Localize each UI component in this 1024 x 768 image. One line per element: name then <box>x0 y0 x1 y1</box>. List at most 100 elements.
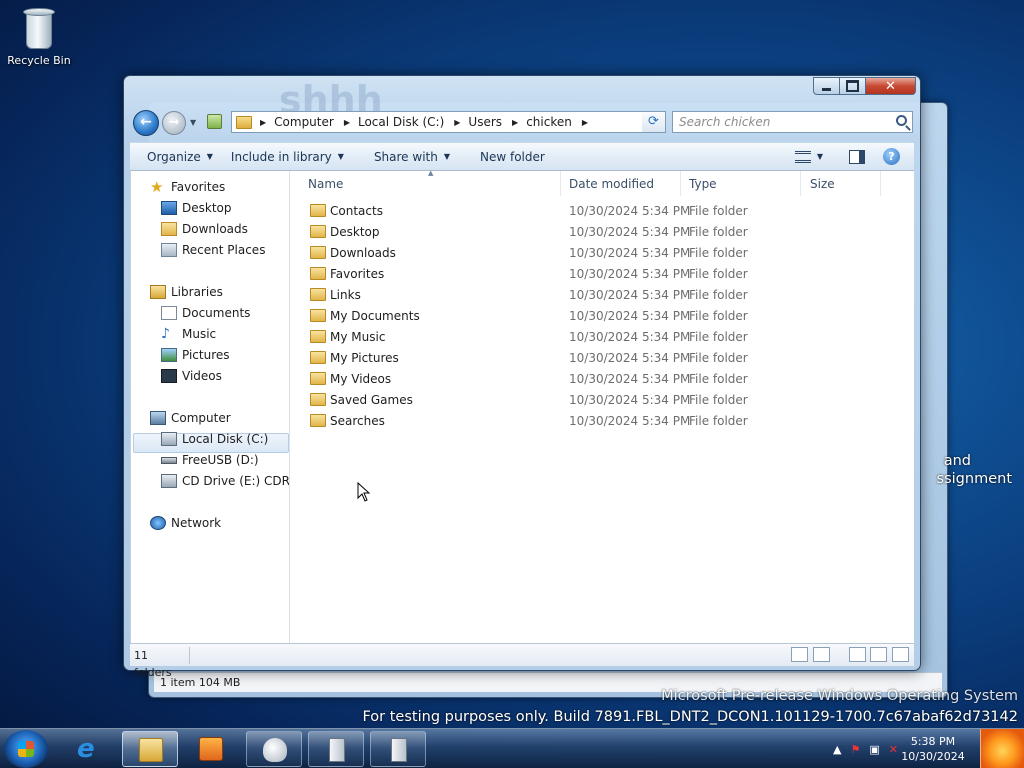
pictures-icon <box>161 348 177 362</box>
breadcrumb-arrow-icon[interactable]: ▶ <box>260 118 266 127</box>
table-row[interactable]: Saved Games 10/30/2024 5:34 PM File folder <box>291 390 915 411</box>
chevron-right-icon[interactable]: ▶ <box>454 118 460 127</box>
close-button[interactable]: ✕ <box>866 77 916 95</box>
folder-icon <box>310 246 326 259</box>
minimize-button[interactable] <box>813 77 840 95</box>
clock[interactable]: 5:38 PM 10/30/2024 <box>898 734 968 764</box>
table-row[interactable]: My Videos 10/30/2024 5:34 PM File folder <box>291 369 915 390</box>
table-row[interactable]: Downloads 10/30/2024 5:34 PM File folder <box>291 243 915 264</box>
folder-icon <box>310 204 326 217</box>
folder-icon <box>236 115 252 129</box>
column-header-size[interactable]: Size <box>801 171 881 196</box>
explorer-window[interactable]: shhh ✕ ← → ▼ ▶ Computer ▶ Local Disk (C:)… <box>123 75 921 679</box>
change-view-icon[interactable] <box>794 150 811 163</box>
recent-pages-dropdown[interactable]: ▼ <box>190 118 196 127</box>
new-folder-button[interactable]: New folder <box>480 147 545 167</box>
documents-icon <box>161 306 177 320</box>
breadcrumb-users[interactable]: Users ▶ <box>468 115 526 129</box>
taskbar-app-1[interactable] <box>246 731 302 767</box>
details-view-icon[interactable] <box>791 647 808 662</box>
table-row[interactable]: Favorites 10/30/2024 5:34 PM File folder <box>291 264 915 285</box>
table-row[interactable]: My Documents 10/30/2024 5:34 PM File folde… <box>291 306 915 327</box>
preview-pane-icon[interactable] <box>849 149 865 164</box>
nav-cd-drive[interactable]: CD Drive (E:) CDROM <box>161 472 289 490</box>
forward-button[interactable]: → <box>162 111 186 135</box>
breadcrumb-chicken[interactable]: chicken ▶ <box>526 115 596 129</box>
network-tray-icon[interactable]: ▣ <box>869 743 879 756</box>
status-bar: 11 folders <box>130 643 914 679</box>
nav-local-disk[interactable]: Local Disk (C:) <box>161 430 268 448</box>
address-bar[interactable]: ▶ Computer ▶ Local Disk (C:) ▶ Users ▶ chic… <box>231 111 665 133</box>
action-center-flag-icon[interactable]: ⚑ <box>851 743 861 756</box>
layout-pane-icon[interactable] <box>849 647 866 662</box>
maximize-button[interactable] <box>840 77 866 95</box>
details-pane-icon[interactable] <box>892 647 909 662</box>
refresh-button[interactable]: ⟳ <box>642 111 666 133</box>
folder-icon <box>310 393 326 406</box>
file-list[interactable]: ▲ Name Date modified Type Size Contacts 1… <box>291 169 915 643</box>
nav-recent-places[interactable]: Recent Places <box>161 241 265 259</box>
cd-drive-icon <box>161 474 177 488</box>
nav-music[interactable]: ♪ Music <box>161 325 216 343</box>
large-icons-view-icon[interactable] <box>813 647 830 662</box>
breadcrumb-local-disk[interactable]: Local Disk (C:) ▶ <box>358 115 468 129</box>
nav-desktop[interactable]: Desktop <box>161 199 232 217</box>
table-row[interactable]: Searches 10/30/2024 5:34 PM File folder <box>291 411 915 432</box>
file-rows: Contacts 10/30/2024 5:34 PM File folder De… <box>291 201 915 432</box>
preview-layout-icon[interactable] <box>870 647 887 662</box>
include-in-library-button[interactable]: Include in library ▼ <box>231 147 344 167</box>
libraries-icon <box>150 285 166 299</box>
nav-computer[interactable]: Computer <box>150 409 231 427</box>
recycle-bin-shortcut[interactable]: Recycle Bin <box>6 6 72 67</box>
search-input[interactable]: Search chicken <box>672 111 913 133</box>
folder-icon <box>310 351 326 364</box>
nav-downloads[interactable]: Downloads <box>161 220 248 238</box>
share-with-button[interactable]: Share with ▼ <box>374 147 450 167</box>
clock-time: 5:38 PM <box>910 735 956 748</box>
nav-freeusb[interactable]: FreeUSB (D:) <box>161 451 259 469</box>
item-count: 11 folders <box>130 646 190 679</box>
taskbar-windows-explorer[interactable] <box>122 731 178 767</box>
table-row[interactable]: Links 10/30/2024 5:34 PM File folder <box>291 285 915 306</box>
taskbar-media-player[interactable] <box>183 731 239 767</box>
show-hidden-icons-icon[interactable]: ▲ <box>833 743 841 756</box>
nav-pictures[interactable]: Pictures <box>161 346 230 364</box>
column-header-type[interactable]: Type <box>681 171 801 196</box>
chevron-right-icon[interactable]: ▶ <box>512 118 518 127</box>
up-folder-icon[interactable] <box>207 114 222 129</box>
column-header-name[interactable]: Name <box>291 171 561 196</box>
search-icon[interactable] <box>896 115 907 126</box>
nav-libraries[interactable]: Libraries <box>150 283 223 301</box>
table-row[interactable]: Contacts 10/30/2024 5:34 PM File folder <box>291 201 915 222</box>
taskbar-app-2[interactable] <box>308 731 364 767</box>
background-window-text: ssignment <box>936 471 1012 487</box>
help-icon[interactable]: ? <box>883 148 900 165</box>
table-row[interactable]: My Pictures 10/30/2024 5:34 PM File folder <box>291 348 915 369</box>
navigation-pane[interactable]: ★ Favorites Desktop Downloads Recent Plac… <box>131 171 290 643</box>
chevron-right-icon[interactable]: ▶ <box>344 118 350 127</box>
chevron-right-icon[interactable]: ▶ <box>582 118 588 127</box>
nav-network[interactable]: Network <box>150 514 221 532</box>
column-header-date-modified[interactable]: Date modified <box>561 171 681 196</box>
folder-icon <box>310 225 326 238</box>
command-bar: Organize ▼ Include in library ▼ Share with… <box>130 142 914 171</box>
view-dropdown-icon[interactable]: ▼ <box>817 152 823 161</box>
show-desktop-button[interactable] <box>980 729 1024 768</box>
nav-favorites[interactable]: ★ Favorites <box>150 178 225 196</box>
build-watermark-line1: Microsoft Pre-release Windows Operating … <box>661 688 1018 704</box>
taskbar-app-3[interactable] <box>370 731 426 767</box>
back-button[interactable]: ← <box>133 110 159 136</box>
nav-videos[interactable]: Videos <box>161 367 222 385</box>
start-button[interactable] <box>4 730 48 768</box>
table-row[interactable]: My Music 10/30/2024 5:34 PM File folder <box>291 327 915 348</box>
table-row[interactable]: Desktop 10/30/2024 5:34 PM File folder <box>291 222 915 243</box>
breadcrumb-computer[interactable]: Computer ▶ <box>274 115 358 129</box>
organize-button[interactable]: Organize ▼ <box>147 147 213 167</box>
app-icon <box>263 738 287 762</box>
volume-muted-icon[interactable]: ✕ <box>889 743 898 756</box>
internet-explorer-icon: e <box>77 734 95 764</box>
nav-documents[interactable]: Documents <box>161 304 250 322</box>
clock-date: 10/30/2024 <box>901 750 965 763</box>
taskbar-internet-explorer[interactable]: e <box>61 731 117 767</box>
media-player-icon <box>199 737 223 761</box>
